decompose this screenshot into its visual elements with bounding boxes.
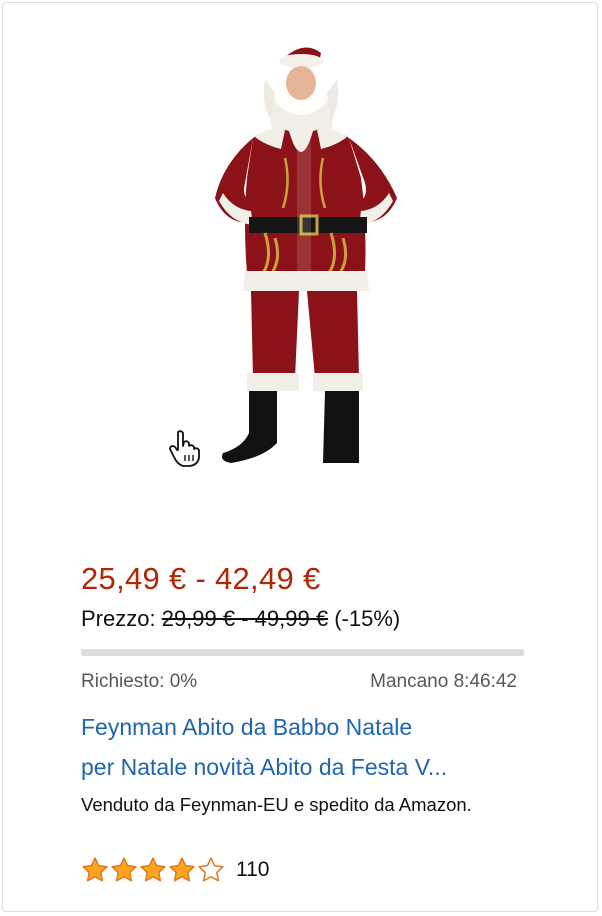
santa-costume-image [215, 47, 397, 463]
star-empty-icon [198, 857, 224, 882]
star-filled-icon [111, 857, 137, 882]
claimed-progress-bar [81, 649, 524, 656]
list-price-value: 29,99 € - 49,99 € [161, 606, 329, 631]
rating-stars [81, 856, 226, 884]
review-count: 110 [236, 858, 270, 881]
deal-price-range: 25,49 € - 42,49 € [81, 561, 321, 596]
deal-card[interactable]: 25,49 € - 42,49 € Prezzo: 29,99 € - 49,9… [2, 2, 598, 912]
claimed-status: Richiesto: 0% [81, 671, 198, 692]
discount-percent: (-15%) [334, 606, 401, 631]
rating-link[interactable]: 110 [81, 853, 269, 887]
product-title-link[interactable]: Feynman Abito da Babbo Natale per Natale… [81, 707, 531, 787]
product-title-line2: per Natale novità Abito da Festa V... [81, 754, 448, 780]
seller-info: Venduto da Feynman-EU e spedito da Amazo… [81, 794, 472, 815]
product-title-line1: Feynman Abito da Babbo Natale [81, 714, 413, 740]
product-image[interactable] [153, 33, 453, 478]
hand-pointer-icon [166, 428, 206, 468]
list-price-label: Prezzo: [81, 606, 156, 631]
deal-timer: Mancano 8:46:42 [370, 671, 517, 692]
list-price: Prezzo: 29,99 € - 49,99 € (-15%) [81, 606, 400, 632]
star-filled-icon [82, 857, 108, 882]
star-filled-icon [169, 857, 195, 882]
star-filled-icon [140, 857, 166, 882]
